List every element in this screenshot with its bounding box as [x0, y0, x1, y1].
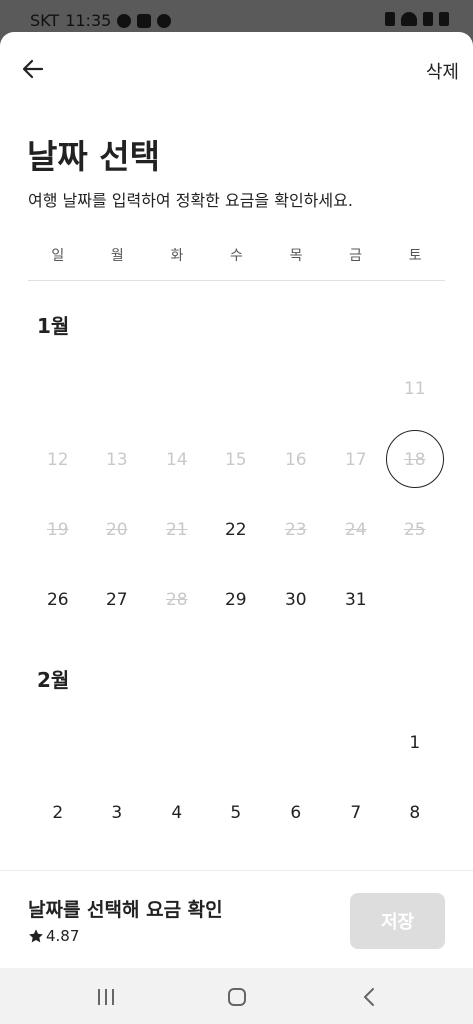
calendar-day: 13 [105, 450, 128, 470]
chat-icon [117, 13, 132, 28]
recent-apps-icon[interactable] [94, 986, 118, 1008]
status-bar: SKT 11:35 [0, 0, 473, 34]
top-bar: 삭제 [0, 32, 473, 104]
date-picker-sheet: 삭제 날짜 선택 여행 날짜를 입력하여 정확한 요금을 확인하세요. 일 월 … [0, 32, 473, 1024]
footer-bar: 날짜를 선택해 요금 확인 4.87 저장 [0, 870, 473, 969]
system-nav-bar [0, 968, 473, 1024]
calendar-day[interactable]: 27 [87, 577, 147, 623]
calendar-day[interactable]: 3 [87, 790, 147, 836]
calendar-day-today: 18 [385, 430, 445, 488]
save-button[interactable]: 저장 [350, 893, 445, 949]
calendar-day: 17 [344, 450, 367, 470]
calendar-day[interactable]: 29 [206, 577, 266, 623]
calendar-day[interactable]: 22 [206, 507, 266, 553]
calendar-day[interactable]: 5 [206, 790, 266, 836]
rating-value: 4.87 [46, 927, 80, 945]
month-label-february: 2월 [37, 668, 70, 692]
calendar-day: 11 [403, 379, 426, 399]
back-arrow-icon[interactable] [20, 56, 46, 82]
weekday-label: 목 [289, 248, 303, 264]
carrier: SKT [30, 11, 60, 30]
calendar-day: 25 [403, 520, 426, 540]
weekday-label: 화 [170, 248, 184, 264]
page-subtitle: 여행 날짜를 입력하여 정확한 요금을 확인하세요. [28, 191, 353, 210]
weekday-label: 월 [110, 248, 124, 264]
weekday-label: 수 [230, 248, 243, 264]
weekday-header: 일 월 화 수 목 금 토 [28, 236, 445, 281]
calendar-day: 24 [344, 520, 367, 540]
status-left: SKT 11:35 [30, 11, 172, 30]
rating: 4.87 [28, 927, 79, 945]
calendar-day[interactable]: 2 [28, 790, 88, 836]
calendar-day: 16 [284, 450, 307, 470]
calendar-day[interactable]: 26 [28, 577, 88, 623]
calendar-day: 14 [165, 450, 188, 470]
home-icon[interactable] [225, 986, 249, 1008]
notification-icon [157, 13, 172, 28]
weekday-label: 금 [349, 248, 363, 264]
calendar-day[interactable]: 6 [266, 790, 326, 836]
month-label-january: 1월 [37, 314, 70, 338]
calendar-day: 20 [105, 520, 128, 540]
calendar-day[interactable]: 1 [385, 720, 445, 766]
select-date-prompt: 날짜를 선택해 요금 확인 [28, 899, 223, 921]
calendar-day[interactable]: 4 [147, 790, 207, 836]
wifi-icon [401, 12, 417, 26]
delete-button[interactable]: 삭제 [426, 58, 459, 84]
status-right [385, 12, 449, 26]
calendar-day[interactable]: 8 [385, 790, 445, 836]
calendar-day: 15 [224, 450, 247, 470]
calendar-day[interactable]: 7 [326, 790, 386, 836]
calendar-day[interactable]: 31 [326, 577, 386, 623]
calendar-day[interactable]: 30 [266, 577, 326, 623]
image-icon [137, 13, 152, 28]
calendar-day: 12 [46, 450, 69, 470]
calendar-day: 28 [165, 590, 188, 610]
battery-icon [439, 12, 449, 26]
star-icon [29, 929, 43, 943]
signal-icon [423, 12, 433, 26]
system-back-icon[interactable] [358, 986, 382, 1008]
page-title: 날짜 선택 [27, 137, 160, 176]
calendar-day: 19 [46, 520, 69, 540]
weekday-label: 일 [51, 248, 65, 264]
calendar-day: 23 [284, 520, 307, 540]
calendar-day: 21 [165, 520, 188, 540]
time: 11:35 [65, 11, 112, 30]
battery-saver-icon [385, 12, 395, 26]
weekday-label: 토 [408, 248, 422, 264]
